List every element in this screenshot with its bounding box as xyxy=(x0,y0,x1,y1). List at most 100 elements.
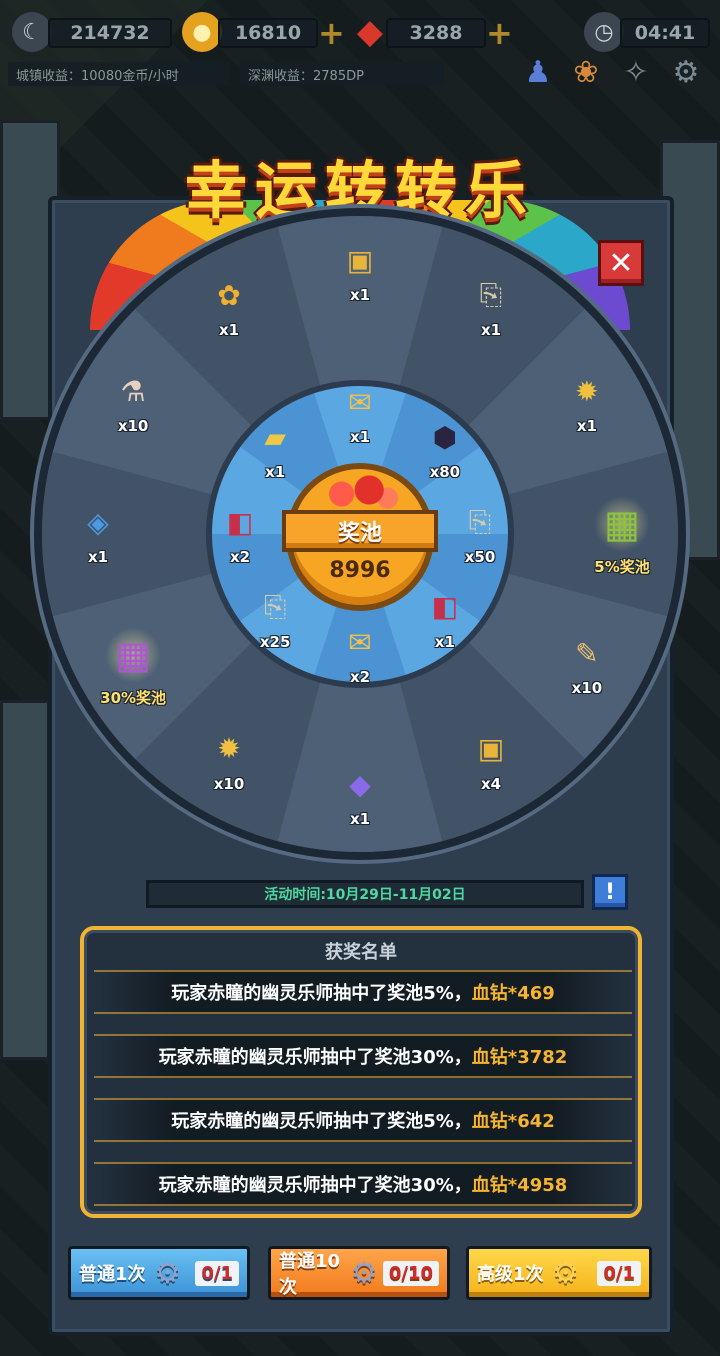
spin-normal-1-button[interactable]: 普通1次 ⚙ 0/1 xyxy=(68,1246,250,1300)
gem-icon: ◆ xyxy=(356,12,384,52)
winners-list: 获奖名单 玩家赤瞳的幽灵乐师抽中了奖池5%， 血钻*469 玩家赤瞳的幽灵乐师抽中… xyxy=(80,926,642,1218)
gold-scroll-icon: ✉ xyxy=(348,385,372,419)
slot-quantity: x1 xyxy=(218,321,240,340)
winner-row: 玩家赤瞳的幽灵乐师抽中了奖池30%， 血钻*4958 xyxy=(94,1162,632,1206)
winner-row: 玩家赤瞳的幽灵乐师抽中了奖池5%， 血钻*642 xyxy=(94,1098,632,1142)
add-coins-button[interactable]: + xyxy=(318,17,345,49)
slot-quantity: x1 xyxy=(265,463,286,482)
inner-slot: ◧ x2 xyxy=(200,500,280,567)
slot-quantity: x1 xyxy=(576,417,597,435)
outer-slot: ▣ x4 xyxy=(451,727,531,793)
slot-quantity: x50 xyxy=(464,548,496,566)
top-hud: ☾ 214732 ● 16810 + ◆ 3288 + ◷ 04:41 城镇收益… xyxy=(0,0,720,90)
pet-icon[interactable]: ❀ xyxy=(564,50,608,94)
coin-icon: ● xyxy=(182,12,222,52)
winner-text: 玩家赤瞳的幽灵乐师抽中了奖池30%， xyxy=(158,1175,472,1196)
potion-icon: ⚗ xyxy=(120,374,146,408)
spin-count: 0/10 xyxy=(382,1260,439,1286)
close-button[interactable]: ✕ xyxy=(598,240,644,286)
slot-quantity: x1 xyxy=(349,428,371,446)
slot-quantity: x1 xyxy=(349,810,371,828)
event-time: 活动时间:10月29日-11月02日 xyxy=(146,880,584,908)
winner-prize: 血钻*642 xyxy=(471,1111,555,1132)
abyss-income: 深渊收益：2785DP xyxy=(240,62,444,86)
clock-display: 04:41 xyxy=(620,18,710,48)
slot-quantity: x10 xyxy=(117,417,149,435)
slot-quantity: x4 xyxy=(480,774,502,793)
paper-scroll-icon: ✎ xyxy=(575,636,599,670)
outer-slot: ✎ x10 xyxy=(547,631,627,698)
slot-quantity: x80 xyxy=(429,463,461,482)
character-icon[interactable]: ♟ xyxy=(516,50,560,94)
compass-icon[interactable]: ✧ xyxy=(614,50,658,94)
scroll-icon: ⎘ xyxy=(479,278,503,312)
inner-slot: ✉ x2 xyxy=(320,620,400,687)
sun-amulet-icon: ✹ xyxy=(217,732,241,766)
gold-scroll-icon: ✉ xyxy=(348,625,372,659)
scroll-icon: ⎘ xyxy=(263,589,287,623)
settings-gear-icon[interactable]: ⚙ xyxy=(664,50,708,94)
prize-pool-value: 8996 xyxy=(329,558,391,583)
outer-slot: ◈ x1 xyxy=(58,500,138,567)
spin-count: 0/1 xyxy=(195,1260,239,1286)
slot-quantity: x25 xyxy=(259,632,291,651)
winners-title: 获奖名单 xyxy=(325,942,397,963)
spin-normal-10-button[interactable]: 普通10次 ⚙ 0/10 xyxy=(268,1246,450,1300)
prize-pool-gems-icon xyxy=(314,470,406,510)
gold-bar-icon: ▣ xyxy=(477,732,505,766)
green-cube-icon: ▦ xyxy=(594,496,650,552)
outer-slot: ◆ x1 xyxy=(320,762,400,829)
outer-slot: ▦ 30%奖池 xyxy=(93,627,173,708)
coin-display: 16810 xyxy=(218,18,318,48)
add-gems-button[interactable]: + xyxy=(486,17,513,49)
red-book-icon: ◧ xyxy=(226,505,254,539)
outer-slot: ✹ x10 xyxy=(189,727,269,793)
bg-building xyxy=(0,700,50,1060)
clock-icon: ◷ xyxy=(584,12,624,52)
purple-crystal-icon: ◆ xyxy=(349,767,371,801)
winner-row: 玩家赤瞳的幽灵乐师抽中了奖池5%， 血钻*469 xyxy=(94,970,632,1014)
scroll-icon: ⎘ xyxy=(468,505,492,538)
spin-label: 普通10次 xyxy=(279,1251,341,1298)
town-income: 城镇收益：10080金币/小时 xyxy=(8,62,230,86)
score-display: 214732 xyxy=(48,18,172,48)
inner-slot: ◧ x1 xyxy=(405,585,485,651)
winner-prize: 血钻*4958 xyxy=(471,1175,568,1196)
outer-slot: ▦ 5%奖池 xyxy=(582,496,662,577)
winner-text: 玩家赤瞳的幽灵乐师抽中了奖池30%， xyxy=(158,1047,472,1068)
spin-count: 0/1 xyxy=(597,1260,641,1286)
gem-display: 3288 xyxy=(386,18,486,48)
winner-prize: 血钻*469 xyxy=(471,983,555,1004)
gold-card-icon: ▰ xyxy=(264,420,286,454)
silver-gear-icon: ⚙ xyxy=(350,1255,378,1291)
inner-slot: ▰ x1 xyxy=(235,415,315,482)
spin-premium-1-button[interactable]: 高级1次 ⚙ 0/1 xyxy=(466,1246,652,1300)
gold-gear-icon: ⚙ xyxy=(552,1255,579,1291)
info-button[interactable]: ! xyxy=(592,874,628,910)
slot-quantity: x10 xyxy=(571,679,603,697)
inner-slot: ⬢ x80 xyxy=(405,415,485,482)
slot-quantity: x2 xyxy=(349,668,371,686)
red-book-icon: ◧ xyxy=(431,590,459,624)
slot-quantity: x1 xyxy=(434,632,455,651)
dark-gem-icon: ⬢ xyxy=(432,420,458,454)
winner-text: 玩家赤瞳的幽灵乐师抽中了奖池5%， xyxy=(171,983,472,1004)
slot-quantity: 5%奖池 xyxy=(594,558,650,576)
slot-quantity: x10 xyxy=(213,774,245,793)
prize-pool-label: 奖池 xyxy=(282,510,438,552)
slot-quantity: x1 xyxy=(87,548,109,566)
outer-slot: ✹ x1 xyxy=(547,369,627,436)
slot-quantity: x1 xyxy=(349,286,371,304)
outer-slot: ⚗ x10 xyxy=(93,369,173,436)
purple-cube-icon: ▦ xyxy=(105,627,162,683)
sun-amulet-icon: ✹ xyxy=(575,374,599,408)
outer-slot: ⎘ x1 xyxy=(451,273,531,339)
slot-quantity: 30%奖池 xyxy=(100,689,167,707)
outer-slot: ✿ x1 xyxy=(189,273,269,340)
outer-slot: ▣ x1 xyxy=(320,238,400,305)
winner-text: 玩家赤瞳的幽灵乐师抽中了奖池5%， xyxy=(171,1111,472,1132)
gold-flower-icon: ✿ xyxy=(217,278,241,312)
slot-quantity: x1 xyxy=(480,321,502,340)
inner-slot: ⎘ x25 xyxy=(235,585,315,651)
score-icon: ☾ xyxy=(12,12,52,52)
